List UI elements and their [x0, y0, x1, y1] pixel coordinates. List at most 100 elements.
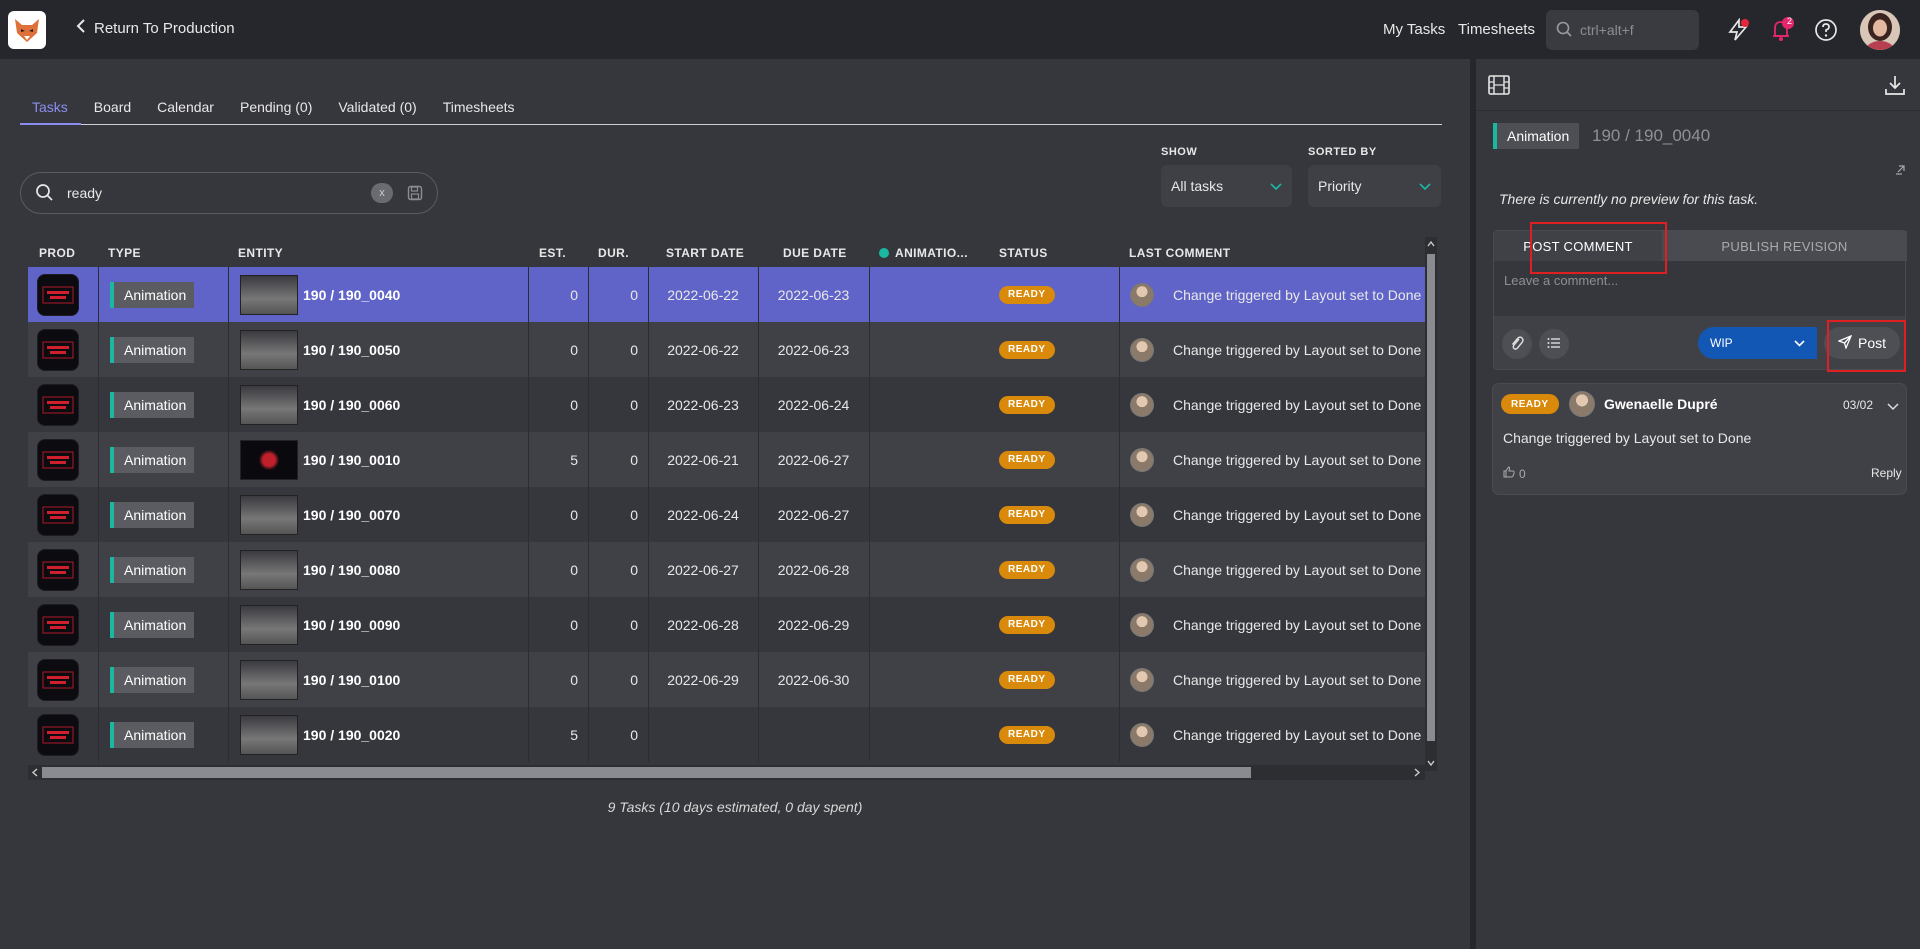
entity-cell[interactable]: 190 / 190_0010 [240, 432, 400, 487]
checklist-button[interactable] [1539, 329, 1569, 359]
tab-tasks[interactable]: Tasks [20, 97, 81, 125]
entity-name[interactable]: 190 / 190_0020 [303, 727, 400, 743]
status-cell[interactable]: READY [999, 432, 1055, 487]
entity-thumbnail[interactable] [240, 714, 298, 755]
start-date-cell[interactable]: 2022-06-28 [648, 597, 758, 652]
start-date-cell[interactable]: 2022-06-27 [648, 542, 758, 597]
tab-timesheets[interactable]: Timesheets [430, 97, 528, 125]
tab-pending[interactable]: Pending (0) [227, 97, 325, 125]
col-entity[interactable]: ENTITY [238, 246, 283, 260]
due-date-cell[interactable]: 2022-06-28 [758, 542, 869, 597]
entity-cell[interactable]: 190 / 190_0080 [240, 542, 400, 597]
estimate-cell[interactable]: 5 [528, 707, 578, 762]
status-badge[interactable]: READY [999, 670, 1055, 689]
production-thumbnail[interactable] [37, 548, 79, 591]
tab-board[interactable]: Board [81, 97, 144, 125]
col-due-date[interactable]: DUE DATE [783, 246, 847, 260]
reply-link[interactable]: Reply [1871, 466, 1902, 480]
my-tasks-link[interactable]: My Tasks [1383, 21, 1445, 38]
tab-publish-revision[interactable]: PUBLISH REVISION [1662, 231, 1907, 261]
estimate-cell[interactable]: 5 [528, 432, 578, 487]
entity-name[interactable]: 190 / 190_0050 [303, 342, 400, 358]
entity-thumbnail[interactable] [240, 384, 298, 425]
table-row[interactable]: Animation 190 / 190_0020 5 0 READY Chang… [28, 707, 1425, 762]
status-badge[interactable]: READY [999, 505, 1055, 524]
production-thumbnail[interactable] [37, 438, 79, 481]
estimate-cell[interactable]: 0 [528, 542, 578, 597]
task-type-tag[interactable]: Animation [110, 501, 195, 528]
table-row[interactable]: Animation 190 / 190_0050 0 0 2022-06-22 … [28, 322, 1425, 377]
like-button[interactable]: 0 [1503, 466, 1526, 481]
due-date-cell[interactable]: 2022-06-23 [758, 322, 869, 377]
entity-thumbnail[interactable] [240, 659, 298, 700]
global-search-input[interactable]: ctrl+alt+f [1546, 10, 1699, 50]
start-date-cell[interactable]: 2022-06-24 [648, 487, 758, 542]
attach-file-button[interactable] [1502, 329, 1532, 359]
status-badge[interactable]: READY [999, 340, 1055, 359]
table-row[interactable]: Animation 190 / 190_0100 0 0 2022-06-29 … [28, 652, 1425, 707]
save-search-icon[interactable] [407, 185, 423, 201]
entity-name[interactable]: 190 / 190_0080 [303, 562, 400, 578]
estimate-cell[interactable]: 0 [528, 322, 578, 377]
estimate-cell[interactable]: 0 [528, 652, 578, 707]
task-type-tag[interactable]: Animation [110, 666, 195, 693]
entity-thumbnail[interactable] [240, 274, 298, 315]
task-search-input[interactable]: ready x [20, 172, 438, 214]
news-flash-icon[interactable] [1724, 16, 1752, 44]
user-avatar[interactable] [1860, 10, 1900, 50]
estimate-cell[interactable]: 0 [528, 377, 578, 432]
table-row[interactable]: Animation 190 / 190_0060 0 0 2022-06-23 … [28, 377, 1425, 432]
task-type-tag[interactable]: Animation [110, 281, 195, 308]
start-date-cell[interactable]: 2022-06-23 [648, 377, 758, 432]
comment-author[interactable]: Gwenaelle Dupré [1604, 396, 1718, 412]
status-cell[interactable]: READY [999, 377, 1055, 432]
entity-name[interactable]: 190 / 190_0060 [303, 397, 400, 413]
entity-name[interactable]: 190 / 190_0100 [303, 672, 400, 688]
entity-name[interactable]: 190 / 190_0040 [303, 287, 400, 303]
start-date-cell[interactable] [648, 707, 758, 762]
task-type-tag[interactable]: Animation [110, 611, 195, 638]
status-badge[interactable]: READY [999, 725, 1055, 744]
horizontal-scrollbar[interactable] [28, 765, 1425, 780]
entity-thumbnail[interactable] [240, 494, 298, 535]
vertical-scroll-thumb[interactable] [1427, 254, 1435, 741]
col-status[interactable]: STATUS [999, 246, 1048, 260]
entity-thumbnail[interactable] [240, 549, 298, 590]
table-row[interactable]: Animation 190 / 190_0040 0 0 2022-06-22 … [28, 267, 1425, 322]
status-badge[interactable]: READY [999, 615, 1055, 634]
entity-cell[interactable]: 190 / 190_0050 [240, 322, 400, 377]
tab-validated[interactable]: Validated (0) [325, 97, 429, 125]
entity-name[interactable]: 190 / 190_0010 [303, 452, 400, 468]
status-select[interactable]: WIP [1698, 327, 1817, 359]
entity-name[interactable]: 190 / 190_0070 [303, 507, 400, 523]
due-date-cell[interactable]: 2022-06-30 [758, 652, 869, 707]
col-last-comment[interactable]: LAST COMMENT [1129, 246, 1230, 260]
due-date-cell[interactable] [758, 707, 869, 762]
production-thumbnail[interactable] [37, 493, 79, 536]
due-date-cell[interactable]: 2022-06-23 [758, 267, 869, 322]
col-prod[interactable]: PROD [39, 246, 75, 260]
sort-select[interactable]: Priority [1308, 165, 1441, 207]
start-date-cell[interactable]: 2022-06-29 [648, 652, 758, 707]
film-icon[interactable] [1488, 75, 1510, 98]
col-est[interactable]: EST. [539, 246, 566, 260]
col-animation[interactable]: ANIMATIO... [879, 246, 968, 260]
table-row[interactable]: Animation 190 / 190_0010 5 0 2022-06-21 … [28, 432, 1425, 487]
timesheets-link[interactable]: Timesheets [1458, 21, 1535, 38]
table-row[interactable]: Animation 190 / 190_0070 0 0 2022-06-24 … [28, 487, 1425, 542]
task-type-tag[interactable]: Animation [110, 556, 195, 583]
status-cell[interactable]: READY [999, 707, 1055, 762]
task-type-tag[interactable]: Animation [110, 336, 195, 363]
entity-cell[interactable]: 190 / 190_0060 [240, 377, 400, 432]
status-cell[interactable]: READY [999, 487, 1055, 542]
col-start-date[interactable]: START DATE [666, 246, 744, 260]
status-badge[interactable]: READY [999, 560, 1055, 579]
col-type[interactable]: TYPE [108, 246, 141, 260]
start-date-cell[interactable]: 2022-06-22 [648, 322, 758, 377]
start-date-cell[interactable]: 2022-06-22 [648, 267, 758, 322]
vertical-scrollbar[interactable] [1425, 237, 1437, 771]
kitsu-logo[interactable] [8, 11, 46, 49]
help-icon[interactable] [1812, 16, 1840, 44]
due-date-cell[interactable]: 2022-06-29 [758, 597, 869, 652]
due-date-cell[interactable]: 2022-06-27 [758, 487, 869, 542]
